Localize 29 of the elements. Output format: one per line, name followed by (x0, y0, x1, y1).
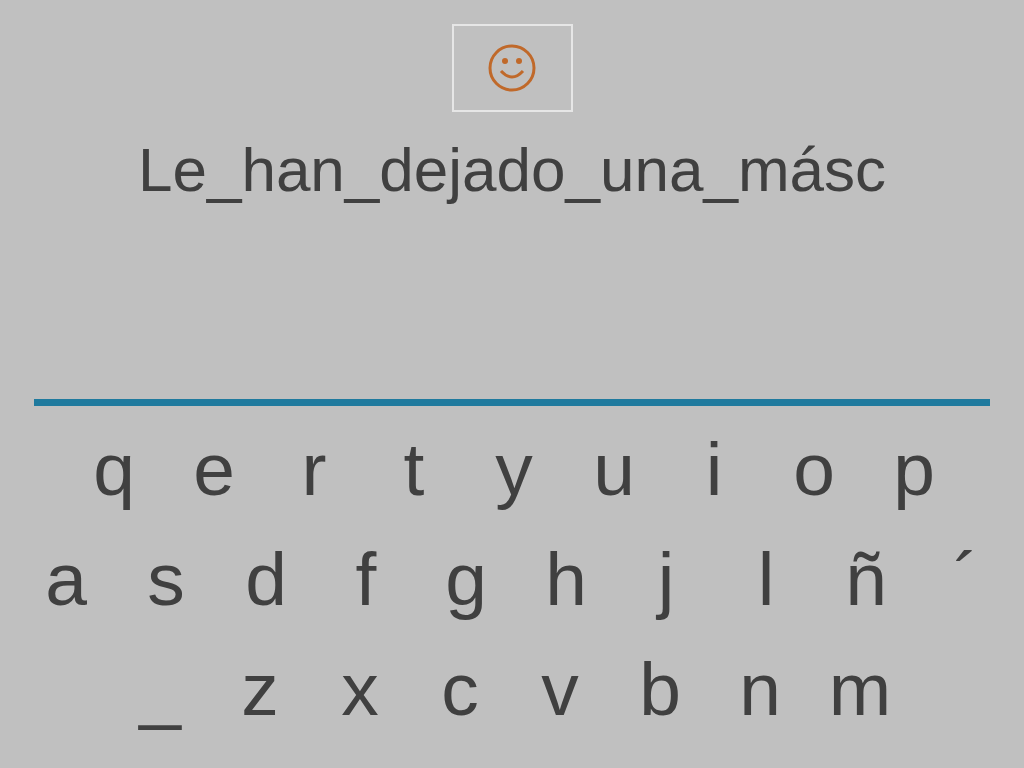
smiley-icon (487, 43, 537, 93)
letter-key[interactable]: c (410, 634, 510, 744)
letter-key[interactable]: g (416, 524, 516, 634)
letter-key[interactable]: x (310, 634, 410, 744)
letter-key[interactable]: q (64, 414, 164, 524)
letter-key[interactable]: j (616, 524, 716, 634)
phrase-text: Le_han_dejado_una_másc (137, 134, 887, 206)
letter-key[interactable]: p (864, 414, 964, 524)
letter-key[interactable]: n (710, 634, 810, 744)
letter-key[interactable]: v (510, 634, 610, 744)
letter-key[interactable]: ñ (816, 524, 916, 634)
letter-key[interactable]: b (610, 634, 710, 744)
letter-key[interactable]: d (216, 524, 316, 634)
letter-key[interactable]: z (210, 634, 310, 744)
letter-key[interactable]: l (716, 524, 816, 634)
letter-key[interactable]: ´ (916, 524, 1016, 634)
letter-key[interactable]: f (316, 524, 416, 634)
letter-key[interactable]: r (264, 414, 364, 524)
letter-key[interactable]: h (516, 524, 616, 634)
letter-key[interactable]: m (810, 634, 910, 744)
letter-key[interactable]: e (164, 414, 264, 524)
letter-key[interactable]: u (564, 414, 664, 524)
letter-key[interactable]: o (764, 414, 864, 524)
letter-key[interactable]: t (364, 414, 464, 524)
letter-key[interactable]: s (116, 524, 216, 634)
letter-key[interactable]: y (464, 414, 564, 524)
letter-key[interactable]: _ (110, 634, 210, 744)
letter-key[interactable]: a (16, 524, 116, 634)
letter-key[interactable]: i (664, 414, 764, 524)
